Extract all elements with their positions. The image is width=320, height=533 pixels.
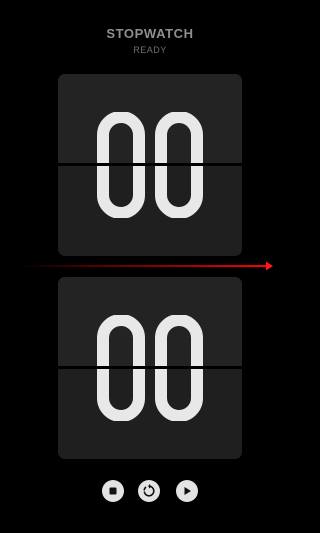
control-bar bbox=[0, 480, 300, 502]
status-text: READY bbox=[133, 45, 167, 55]
reset-icon bbox=[143, 484, 155, 497]
stop-icon bbox=[109, 487, 117, 495]
play-button[interactable] bbox=[176, 480, 198, 502]
header: STOPWATCH READY bbox=[0, 26, 300, 56]
flip-split-line bbox=[58, 366, 242, 369]
divider-arrow bbox=[20, 261, 273, 271]
seconds-flip-card bbox=[58, 277, 242, 459]
stop-button[interactable] bbox=[102, 480, 124, 502]
app-title: STOPWATCH bbox=[106, 26, 194, 41]
flip-split-line bbox=[58, 163, 242, 166]
play-icon bbox=[184, 487, 191, 495]
minutes-flip-card bbox=[58, 74, 242, 256]
reset-button[interactable] bbox=[138, 480, 160, 502]
